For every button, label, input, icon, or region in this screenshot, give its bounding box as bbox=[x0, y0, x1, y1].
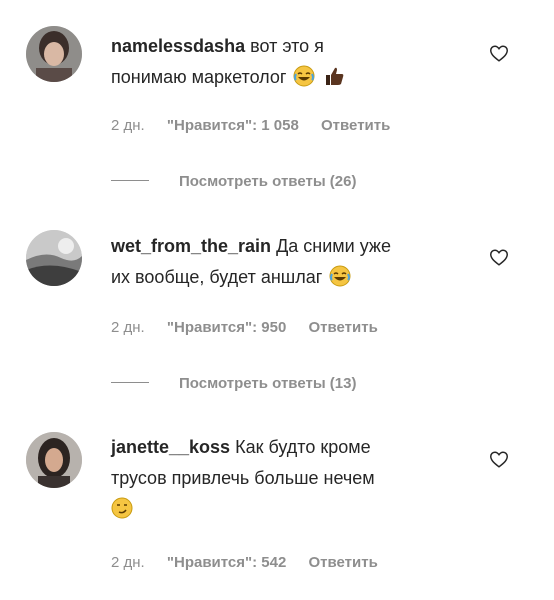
reply-button[interactable]: Ответить bbox=[321, 117, 390, 134]
like-heart-icon[interactable] bbox=[488, 42, 510, 64]
view-replies-label: Посмотреть ответы (26) bbox=[179, 173, 357, 190]
comment-meta: 2 дн. "Нравится": 950 Ответить bbox=[111, 319, 396, 336]
comment-username[interactable]: namelessdasha bbox=[111, 36, 245, 56]
like-heart-icon[interactable] bbox=[488, 448, 510, 470]
comment-meta: 2 дн. "Нравится": 542 Ответить bbox=[111, 554, 396, 571]
comment-text-block: wet_from_the_rain Да сними уже их вообще… bbox=[111, 231, 471, 297]
thumbs-up-emoji bbox=[323, 65, 345, 97]
comment-text: Да сними уже bbox=[276, 236, 391, 256]
comment-text-block: janette__koss Как будто кроме трусов при… bbox=[111, 432, 471, 529]
reply-button[interactable]: Ответить bbox=[309, 319, 378, 336]
avatar[interactable] bbox=[26, 230, 82, 286]
comment-text: трусов привлечь больше нечем bbox=[111, 468, 375, 488]
view-replies-button[interactable]: Посмотреть ответы (26) bbox=[111, 173, 356, 190]
like-heart-icon[interactable] bbox=[488, 246, 510, 268]
comment-text-block: namelessdasha вот это я понимаю маркетол… bbox=[111, 31, 471, 97]
comment-meta: 2 дн. "Нравится": 1 058 Ответить bbox=[111, 117, 408, 134]
comment-likes[interactable]: "Нравится": 950 bbox=[167, 319, 286, 336]
comment-username[interactable]: janette__koss bbox=[111, 437, 230, 457]
comment-text: понимаю маркетолог bbox=[111, 67, 287, 87]
comment-likes[interactable]: "Нравится": 542 bbox=[167, 554, 286, 571]
laughing-tears-emoji bbox=[329, 265, 351, 297]
comment-text: вот это я bbox=[250, 36, 324, 56]
avatar[interactable] bbox=[26, 26, 82, 82]
comment-username[interactable]: wet_from_the_rain bbox=[111, 236, 271, 256]
comment-time: 2 дн. bbox=[111, 117, 145, 134]
comment-time: 2 дн. bbox=[111, 554, 145, 571]
comment-likes[interactable]: "Нравится": 1 058 bbox=[167, 117, 299, 134]
reply-button[interactable]: Ответить bbox=[309, 554, 378, 571]
replies-divider bbox=[111, 382, 149, 383]
comment-text: их вообще, будет аншлаг bbox=[111, 267, 323, 287]
avatar[interactable] bbox=[26, 432, 82, 488]
laughing-tears-emoji bbox=[293, 65, 315, 97]
smirking-face-emoji bbox=[111, 497, 133, 529]
comment-text: Как будто кроме bbox=[235, 437, 371, 457]
comment-time: 2 дн. bbox=[111, 319, 145, 336]
view-replies-label: Посмотреть ответы (13) bbox=[179, 375, 357, 392]
view-replies-button[interactable]: Посмотреть ответы (13) bbox=[111, 375, 356, 392]
replies-divider bbox=[111, 180, 149, 181]
